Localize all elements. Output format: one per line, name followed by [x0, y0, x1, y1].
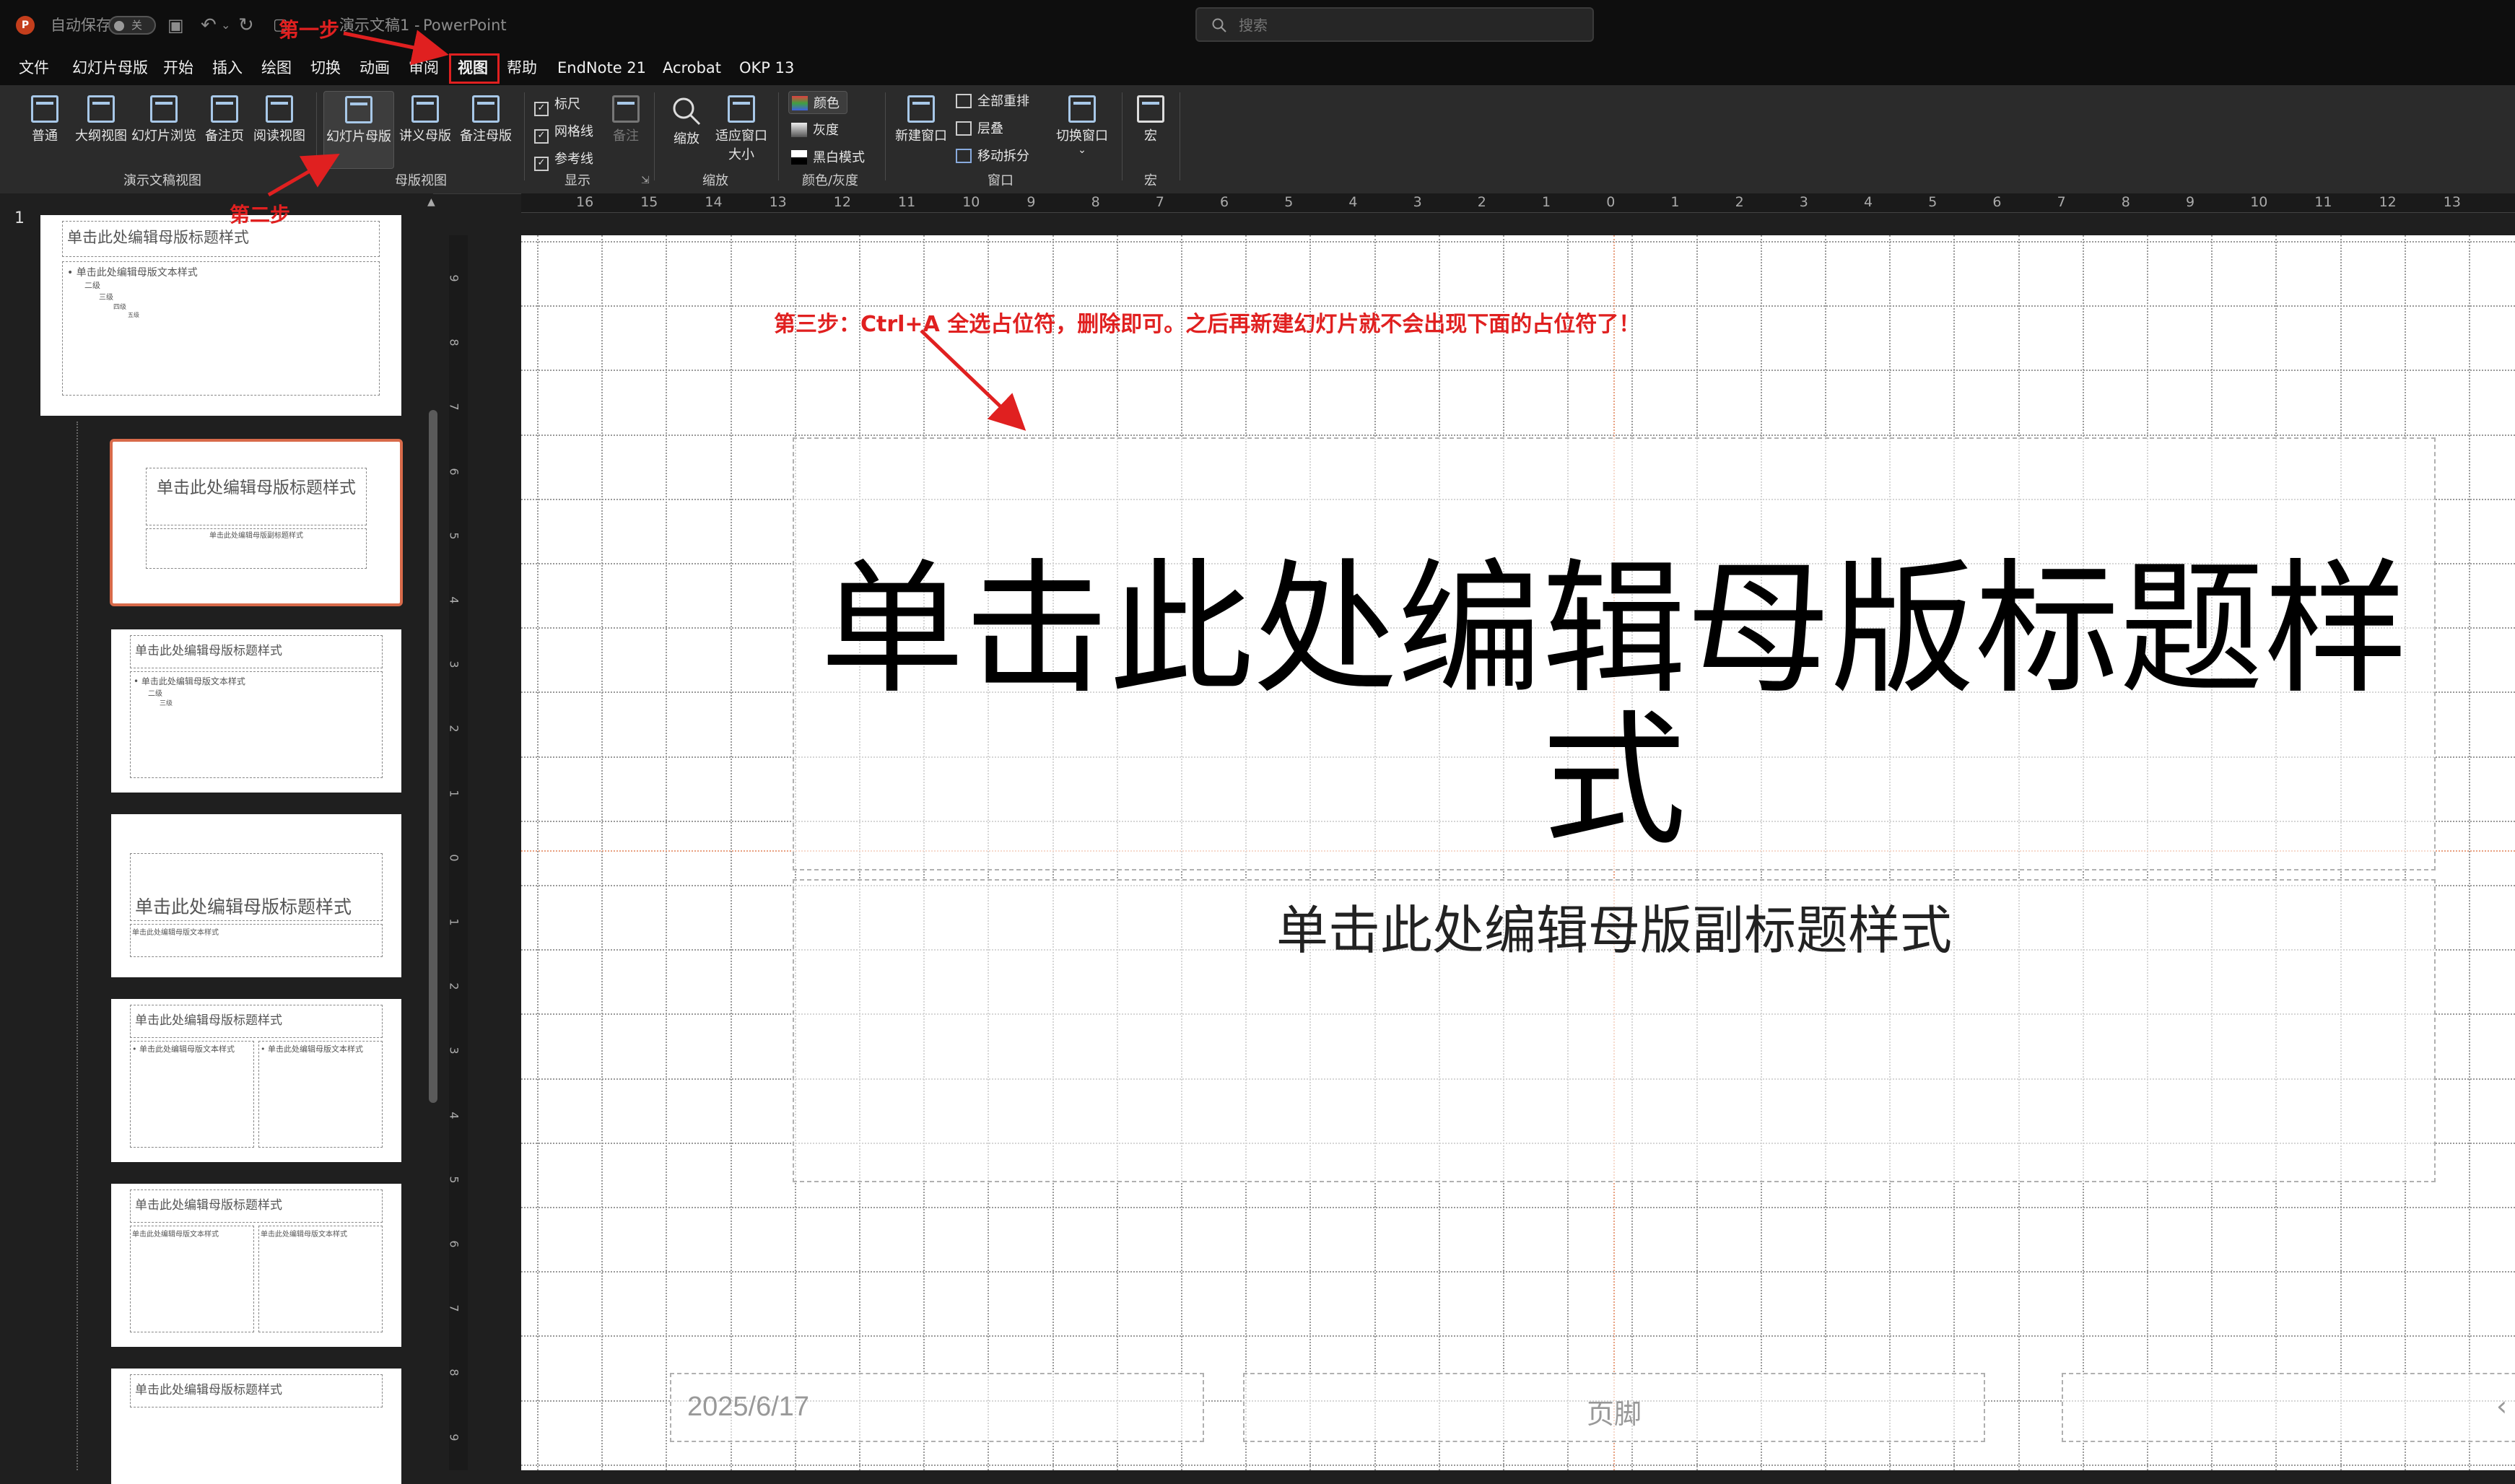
step2-arrow: [267, 153, 340, 197]
step3-arrow: [920, 329, 1027, 431]
step1-arrow: [343, 30, 449, 66]
annotation-arrows: [267, 30, 1027, 431]
